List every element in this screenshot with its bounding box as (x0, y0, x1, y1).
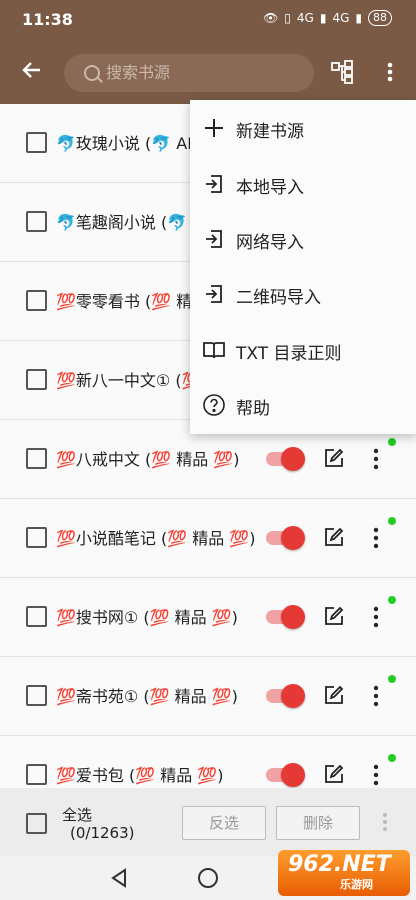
clock: 11:38 (22, 10, 73, 29)
search-icon (84, 65, 100, 81)
status-dot (388, 596, 396, 604)
menu-item-label: 新建书源 (236, 122, 304, 142)
invert-selection-button[interactable]: 反选 (182, 806, 266, 840)
source-name: 💯搜书网① (💯 精品 💯) (56, 608, 238, 627)
nav-back-icon[interactable] (110, 868, 128, 888)
signal-icon: ▮ (355, 11, 362, 25)
enable-switch[interactable] (266, 447, 305, 471)
source-name: 🐬笔趣阁小说 (🐬 (56, 213, 188, 232)
item-more-icon[interactable] (368, 446, 384, 472)
menu-item-label: 帮助 (236, 399, 270, 419)
item-checkbox[interactable] (26, 764, 47, 785)
item-more-icon[interactable] (368, 683, 384, 709)
watermark-main: 962.NET (288, 852, 391, 877)
battery-indicator: 88 (368, 10, 392, 26)
status-dot (388, 517, 396, 525)
status-dot (388, 438, 396, 446)
item-checkbox[interactable] (26, 369, 47, 390)
more-options-icon[interactable] (380, 58, 400, 86)
menu-item-local-import[interactable]: 本地导入 (190, 156, 416, 211)
network-label-1: 4G (296, 11, 314, 25)
source-name: 🐬玫瑰小说 (🐬 AP (56, 134, 197, 153)
bottom-more-icon[interactable] (378, 810, 392, 834)
edit-icon[interactable] (324, 527, 344, 547)
item-checkbox[interactable] (26, 606, 47, 627)
enable-switch[interactable] (266, 684, 305, 708)
book-icon (202, 338, 226, 362)
watermark-sub: 乐游网 (340, 878, 373, 891)
search-input[interactable]: 搜索书源 (64, 54, 314, 92)
item-more-icon[interactable] (368, 762, 384, 788)
vibrate-icon: ▯ (284, 11, 291, 25)
enable-switch[interactable] (266, 526, 305, 550)
help-icon (202, 393, 226, 417)
item-more-icon[interactable] (368, 525, 384, 551)
source-name: 💯斋书苑① (💯 精品 💯) (56, 687, 238, 706)
edit-icon[interactable] (324, 606, 344, 626)
menu-item-network-import[interactable]: 网络导入 (190, 211, 416, 266)
status-dot (388, 675, 396, 683)
list-item[interactable]: 💯小说酷笔记 (💯 精品 💯) (0, 499, 416, 578)
import-icon (202, 227, 226, 251)
delete-button[interactable]: 删除 (276, 806, 360, 840)
enable-switch[interactable] (266, 605, 305, 629)
item-checkbox[interactable] (26, 685, 47, 706)
selection-count: (0/1263) (70, 824, 135, 842)
source-name: 💯新八一中文① (💯 (56, 371, 202, 390)
edit-icon[interactable] (324, 764, 344, 784)
menu-item-help[interactable]: 帮助 (190, 377, 416, 432)
item-more-icon[interactable] (368, 604, 384, 630)
import-icon (202, 282, 226, 306)
source-name: 💯八戒中文 (💯 精品 💯) (56, 450, 240, 469)
menu-item-qrcode-import[interactable]: 二维码导入 (190, 266, 416, 321)
menu-item-label: 本地导入 (236, 178, 304, 198)
enable-switch[interactable] (266, 763, 305, 787)
plus-icon (202, 116, 226, 140)
nav-home-icon[interactable] (198, 868, 218, 888)
edit-icon[interactable] (324, 448, 344, 468)
site-watermark-logo: 962.NET 乐游网 (278, 850, 410, 896)
status-bar: 11:38 👁 ▯ 4G ▮ 4G ▮ 88 (0, 0, 416, 38)
source-name: 💯小说酷笔记 (💯 精品 💯) (56, 529, 256, 548)
status-dot (388, 754, 396, 762)
menu-item-label: TXT 目录正则 (236, 344, 342, 364)
item-checkbox[interactable] (26, 290, 47, 311)
signal-icon: ▮ (319, 11, 327, 25)
select-all-label: 全选 (62, 806, 93, 824)
list-item[interactable]: 💯斋书苑① (💯 精品 💯) (0, 657, 416, 736)
item-checkbox[interactable] (26, 448, 47, 469)
overflow-menu: 新建书源 本地导入 网络导入 二维码导入 TXT 目录正则 帮助 (190, 100, 416, 434)
item-checkbox[interactable] (26, 132, 47, 153)
back-arrow-icon[interactable] (18, 56, 46, 84)
select-all-checkbox[interactable] (26, 813, 47, 834)
menu-item-txt-toc-regex[interactable]: TXT 目录正则 (190, 322, 416, 377)
item-checkbox[interactable] (26, 211, 47, 232)
top-toolbar: 搜索书源 (0, 38, 416, 104)
menu-item-label: 二维码导入 (236, 288, 321, 308)
menu-item-label: 网络导入 (236, 233, 304, 253)
search-placeholder: 搜索书源 (106, 63, 171, 82)
item-checkbox[interactable] (26, 527, 47, 548)
group-icon[interactable] (330, 60, 354, 84)
source-name: 💯零零看书 (💯 精 (56, 292, 193, 311)
edit-icon[interactable] (324, 685, 344, 705)
bottom-action-bar: 全选 (0/1263) 反选 删除 (0, 788, 416, 856)
network-label-2: 4G (332, 11, 350, 25)
menu-item-new-source[interactable]: 新建书源 (190, 100, 416, 155)
status-icons: 👁 ▯ 4G ▮ 4G ▮ 88 (263, 10, 392, 26)
eye-icon: 👁 (263, 11, 279, 25)
list-item[interactable]: 💯爱书包 (💯 精品 💯) (0, 736, 416, 788)
source-name: 💯爱书包 (💯 精品 💯) (56, 766, 224, 785)
import-icon (202, 172, 226, 196)
list-item[interactable]: 💯搜书网① (💯 精品 💯) (0, 578, 416, 657)
